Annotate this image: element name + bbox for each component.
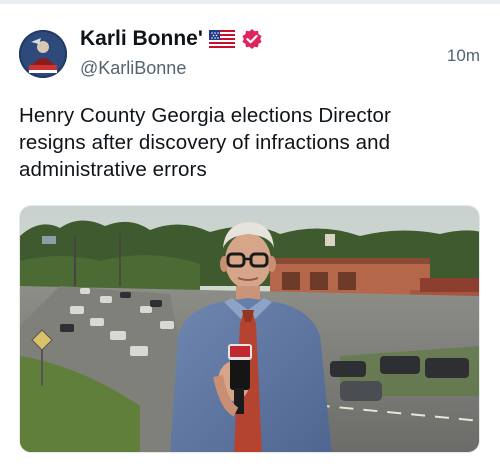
post-card[interactable]: Karli Bonne' @KarliBonne 10m Henry Count… — [0, 4, 500, 471]
author-name-row: Karli Bonne' — [80, 26, 263, 52]
author-display-name[interactable]: Karli Bonne' — [80, 27, 203, 51]
us-flag-icon — [208, 30, 235, 48]
post-media-image[interactable] — [19, 205, 480, 453]
verified-badge-icon — [241, 28, 263, 50]
author-handle[interactable]: @KarliBonne — [80, 58, 186, 79]
post-text: Henry County Georgia elections Director … — [19, 104, 391, 181]
post-timestamp[interactable]: 10m — [447, 46, 480, 66]
author-avatar[interactable] — [19, 30, 67, 78]
